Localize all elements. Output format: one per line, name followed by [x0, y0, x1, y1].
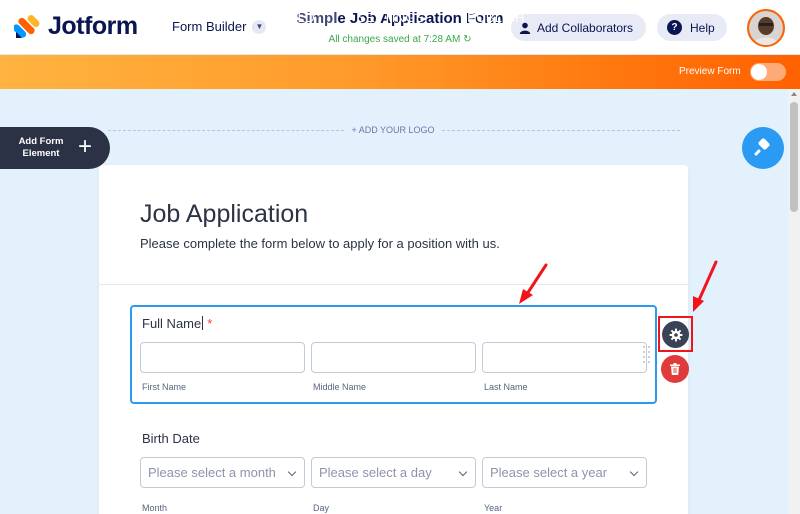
first-name-input[interactable]: [140, 342, 305, 373]
question-icon: ?: [667, 20, 682, 35]
tab-build[interactable]: BUILD: [254, 0, 336, 34]
scroll-up-arrow[interactable]: [791, 92, 797, 96]
add-logo-link[interactable]: + ADD YOUR LOGO: [344, 125, 442, 135]
first-name-sublabel: First Name: [142, 382, 187, 392]
full-name-label-wrap[interactable]: Full Name *: [142, 316, 212, 331]
plus-icon: +: [78, 133, 93, 160]
add-form-element-button[interactable]: Add Form Element +: [0, 127, 110, 169]
annotation-arrow-field: [519, 263, 548, 304]
save-status: All changes saved at 7:28 AM ↻: [290, 34, 510, 45]
required-asterisk: *: [207, 316, 213, 331]
scroll-thumb[interactable]: [790, 102, 798, 212]
day-sublabel: Day: [313, 503, 330, 513]
birth-month-placeholder: Please select a month: [148, 465, 276, 480]
avatar-image: [749, 11, 783, 45]
avatar[interactable]: [747, 9, 785, 47]
text-cursor: [202, 316, 204, 330]
field-properties-button[interactable]: [662, 321, 689, 348]
add-collaborators-label: Add Collaborators: [537, 20, 634, 35]
paint-roller-icon: [754, 138, 770, 156]
birth-year-placeholder: Please select a year: [490, 465, 608, 480]
month-sublabel: Month: [142, 503, 168, 513]
jotform-logo[interactable]: Jotform: [14, 12, 138, 41]
logo-divider-left: [108, 130, 344, 131]
birth-day-select[interactable]: Please select a day: [311, 457, 476, 488]
form-designer-button[interactable]: [742, 127, 784, 169]
drag-handle-icon[interactable]: [643, 346, 651, 364]
save-status-text: All changes saved at 7:28 AM: [328, 34, 461, 45]
preview-form-toggle[interactable]: [750, 63, 786, 81]
logo-divider-right: [442, 130, 680, 131]
tab-publish[interactable]: PUBLISH: [456, 0, 536, 34]
gear-icon: [669, 328, 682, 341]
form-subheading[interactable]: Please complete the form below to apply …: [140, 236, 500, 251]
chevron-down-icon: [287, 467, 297, 477]
jotform-logo-icon: [14, 14, 40, 38]
form-builder-label: Form Builder: [172, 19, 247, 34]
chevron-down-icon: [458, 467, 468, 477]
help-label: Help: [690, 20, 715, 35]
middle-name-input[interactable]: [311, 342, 476, 373]
birth-date-label[interactable]: Birth Date: [142, 431, 200, 446]
middle-name-sublabel: Middle Name: [313, 382, 367, 392]
logo-wordmark: Jotform: [48, 12, 138, 40]
form-heading[interactable]: Job Application: [140, 200, 308, 229]
birth-day-placeholder: Please select a day: [319, 465, 432, 480]
annotation-arrow-gear: [693, 260, 718, 312]
birth-month-select[interactable]: Please select a month: [140, 457, 305, 488]
delete-field-button[interactable]: [661, 355, 689, 383]
add-form-element-label: Add Form Element: [18, 136, 64, 159]
full-name-label: Full Name: [142, 316, 202, 331]
trash-icon: [670, 363, 680, 375]
heading-divider: [99, 284, 688, 285]
form-builder-menu[interactable]: Form Builder ▼: [172, 19, 267, 34]
birth-year-select[interactable]: Please select a year: [482, 457, 647, 488]
refresh-icon: ↻: [463, 34, 472, 45]
toggle-knob: [751, 64, 767, 80]
last-name-input[interactable]: [482, 342, 647, 373]
chevron-down-icon: [629, 467, 639, 477]
preview-form-label: Preview Form: [679, 66, 741, 77]
tab-settings[interactable]: SETTINGS: [345, 0, 437, 34]
year-sublabel: Year: [484, 503, 503, 513]
last-name-sublabel: Last Name: [484, 382, 528, 392]
help-button[interactable]: ? Help: [657, 14, 727, 41]
